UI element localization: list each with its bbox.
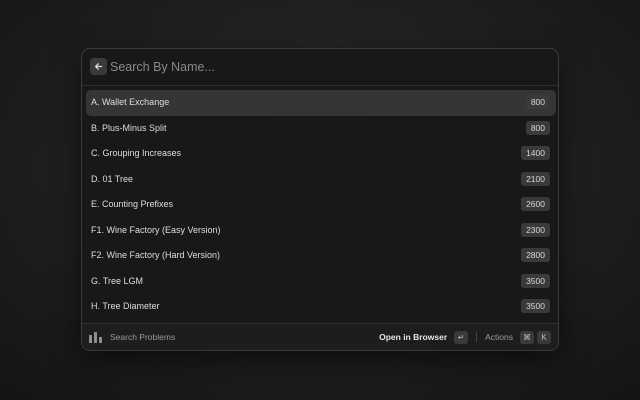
enter-key-hint: ↵: [454, 330, 469, 344]
rating-badge: 2800: [521, 248, 550, 262]
bar-chart-icon: [89, 331, 102, 343]
problem-title: F1. Wine Factory (Easy Version): [91, 224, 221, 235]
command-name: Search Problems: [110, 332, 176, 342]
search-bar: [82, 49, 558, 86]
back-button[interactable]: [90, 58, 107, 75]
rating-badge: 2600: [521, 197, 550, 211]
command-indicator: Search Problems: [89, 324, 175, 350]
list-item[interactable]: B. Plus-Minus Split 800: [86, 116, 556, 142]
footer-divider: [476, 332, 478, 342]
problem-title: C. Grouping Increases: [91, 148, 182, 158]
list-item[interactable]: D. 01 Tree 2100: [86, 167, 556, 193]
k-key-hint: K: [537, 330, 551, 344]
list-item[interactable]: H. Tree Diameter 3500: [86, 294, 556, 320]
problem-title: A. Wallet Exchange: [91, 97, 170, 107]
open-in-browser-button[interactable]: Open in Browser: [379, 332, 447, 342]
rating-badge: 3500: [521, 273, 550, 288]
rating-badge: 1400: [521, 146, 550, 160]
command-key-hint: ⌘: [520, 330, 534, 344]
arrow-left-icon: [94, 63, 103, 70]
rating-badge: 800: [525, 120, 550, 135]
problem-title: H. Tree Diameter: [91, 301, 160, 311]
list-item[interactable]: E. Counting Prefixes 2600: [86, 192, 556, 218]
list-item[interactable]: F1. Wine Factory (Easy Version) 2300: [86, 218, 556, 244]
action-bar: Search Problems Open in Browser ↵ Action…: [82, 323, 558, 350]
problem-title: G. Tree LGM: [91, 275, 144, 286]
problem-list: A. Wallet Exchange 800 B. Plus-Minus Spl…: [86, 90, 556, 320]
command-palette-window: A. Wallet Exchange 800 B. Plus-Minus Spl…: [81, 48, 559, 351]
rating-badge: 2100: [521, 171, 550, 186]
problem-title: E. Counting Prefixes: [91, 199, 174, 209]
rating-badge: 2300: [521, 222, 550, 237]
list-item[interactable]: C. Grouping Increases 1400: [86, 141, 556, 167]
actions-button[interactable]: Actions: [485, 332, 513, 342]
problem-title: D. 01 Tree: [91, 173, 134, 184]
problem-title: B. Plus-Minus Split: [91, 122, 167, 133]
list-item[interactable]: F2. Wine Factory (Hard Version) 2800: [86, 243, 556, 269]
list-item[interactable]: G. Tree LGM 3500: [86, 269, 556, 295]
rating-badge: 800: [525, 95, 550, 109]
list-item[interactable]: A. Wallet Exchange 800: [86, 90, 556, 116]
search-input[interactable]: [110, 57, 530, 77]
problem-title: F2. Wine Factory (Hard Version): [91, 250, 221, 260]
footer-actions: Open in Browser ↵ Actions ⌘ K: [379, 324, 551, 350]
rating-badge: 3500: [521, 299, 550, 313]
